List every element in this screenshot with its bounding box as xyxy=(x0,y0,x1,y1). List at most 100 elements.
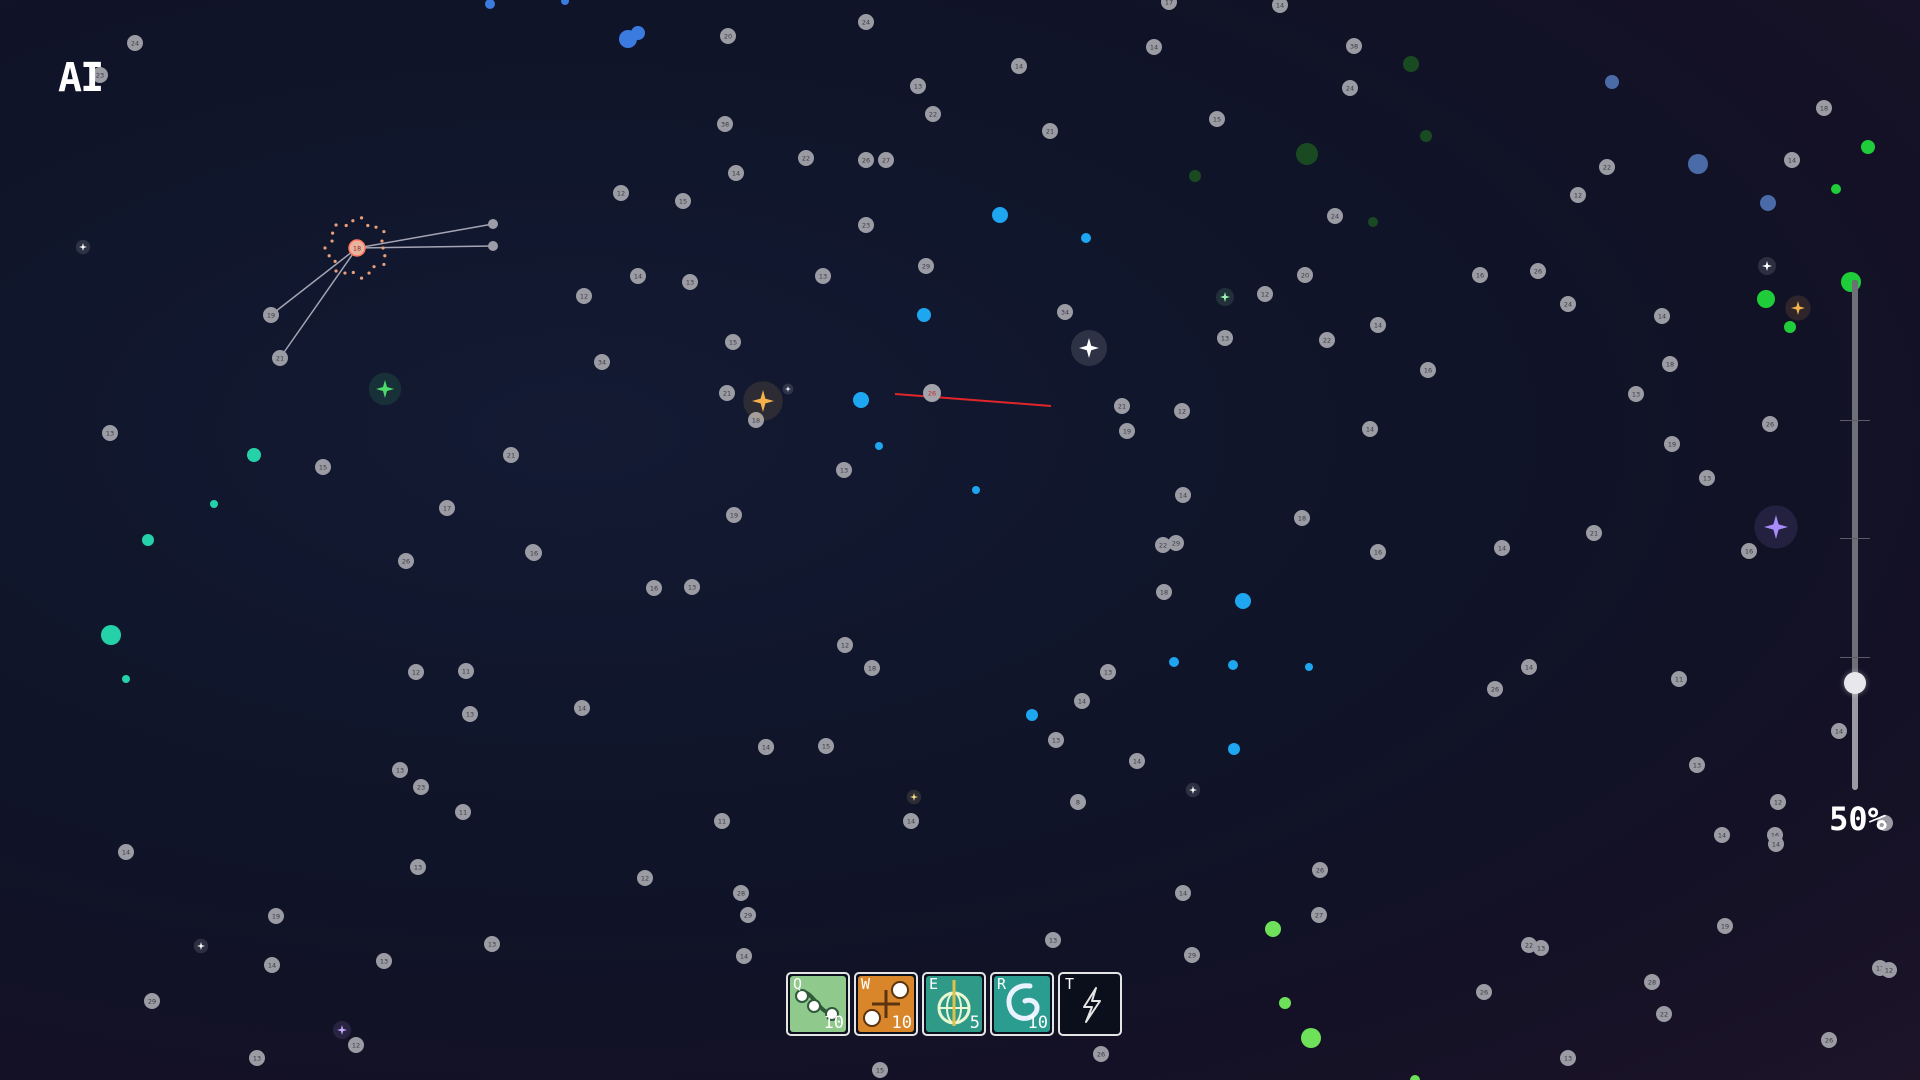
linked-node[interactable] xyxy=(488,241,498,251)
colony-dot[interactable] xyxy=(1368,217,1378,227)
neutral-planet[interactable]: 14 xyxy=(736,948,752,964)
neutral-planet[interactable]: 21 xyxy=(1042,123,1058,139)
colony-dot[interactable] xyxy=(875,442,883,450)
neutral-planet[interactable]: 14 xyxy=(264,957,280,973)
colony-dot[interactable] xyxy=(1420,130,1432,142)
neutral-planet[interactable]: 12 xyxy=(1257,286,1273,302)
neutral-planet[interactable]: 20 xyxy=(1297,267,1313,283)
star[interactable] xyxy=(1785,295,1811,321)
star[interactable] xyxy=(1216,288,1234,306)
neutral-planet[interactable]: 14 xyxy=(903,813,919,829)
neutral-planet[interactable]: 8 xyxy=(1070,794,1086,810)
neutral-planet[interactable]: 24 xyxy=(1327,208,1343,224)
neutral-planet[interactable]: 11 xyxy=(1671,671,1687,687)
neutral-planet[interactable]: 24 xyxy=(1342,80,1358,96)
neutral-planet[interactable]: 12 xyxy=(837,637,853,653)
neutral-planet[interactable]: 18 xyxy=(1816,100,1832,116)
neutral-planet[interactable]: 11 xyxy=(458,663,474,679)
neutral-planet[interactable]: 13 xyxy=(1217,330,1233,346)
neutral-planet[interactable]: 12 xyxy=(408,664,424,680)
colony-dot[interactable] xyxy=(1228,743,1240,755)
neutral-planet[interactable]: 21 xyxy=(503,447,519,463)
colony-dot[interactable] xyxy=(1760,195,1776,211)
neutral-planet[interactable]: 13 xyxy=(684,579,700,595)
neutral-planet[interactable]: 14 xyxy=(1175,487,1191,503)
colony-dot[interactable] xyxy=(122,675,130,683)
colony-dot[interactable] xyxy=(101,625,121,645)
neutral-planet[interactable]: 13 xyxy=(484,936,500,952)
neutral-planet[interactable]: 16 xyxy=(1472,267,1488,283)
neutral-planet[interactable]: 18 xyxy=(864,660,880,676)
neutral-planet[interactable]: 13 xyxy=(376,953,392,969)
neutral-planet[interactable]: 14 xyxy=(758,739,774,755)
colony-dot[interactable] xyxy=(1831,184,1841,194)
neutral-planet[interactable]: 22 xyxy=(1599,159,1615,175)
neutral-planet[interactable]: 13 xyxy=(462,706,478,722)
neutral-planet[interactable]: 22 xyxy=(1656,1006,1672,1022)
neutral-planet[interactable]: 26 xyxy=(398,553,414,569)
star[interactable] xyxy=(333,1021,351,1039)
colony-dot[interactable] xyxy=(561,0,569,5)
neutral-planet[interactable]: 19 xyxy=(268,908,284,924)
neutral-planet[interactable]: 14 xyxy=(1362,421,1378,437)
colony-dot[interactable] xyxy=(631,26,645,40)
neutral-planet[interactable]: 29 xyxy=(1168,535,1184,551)
neutral-planet[interactable]: 12 xyxy=(1881,962,1897,978)
neutral-planet[interactable]: 14 xyxy=(630,268,646,284)
neutral-planet[interactable]: 16 xyxy=(1741,543,1757,559)
neutral-planet[interactable]: 23 xyxy=(413,779,429,795)
neutral-planet[interactable]: 19 xyxy=(1119,423,1135,439)
neutral-planet[interactable]: 11 xyxy=(455,804,471,820)
neutral-planet[interactable]: 34 xyxy=(594,354,610,370)
neutral-planet[interactable]: 24 xyxy=(1560,296,1576,312)
linked-node[interactable] xyxy=(488,219,498,229)
neutral-planet[interactable]: 22 xyxy=(925,106,941,122)
neutral-planet[interactable]: 29 xyxy=(740,907,756,923)
neutral-planet[interactable]: 22 xyxy=(798,150,814,166)
neutral-planet[interactable]: 16 xyxy=(646,580,662,596)
neutral-planet[interactable]: 12 xyxy=(613,185,629,201)
neutral-planet[interactable]: 16 xyxy=(1370,544,1386,560)
neutral-planet[interactable]: 14 xyxy=(1370,317,1386,333)
star[interactable] xyxy=(1754,505,1798,549)
neutral-planet[interactable]: 14 xyxy=(1494,540,1510,556)
neutral-planet[interactable]: 14 xyxy=(574,700,590,716)
neutral-planet[interactable]: 14 xyxy=(1521,659,1537,675)
colony-dot[interactable] xyxy=(853,392,869,408)
neutral-planet[interactable]: 13 xyxy=(1689,757,1705,773)
neutral-planet[interactable]: 21 xyxy=(1586,525,1602,541)
neutral-planet[interactable]: 13 xyxy=(1560,1050,1576,1066)
star-map[interactable]: 24 23 20 24 17 14 38 18 14 13 22 38 22 26 27 21 14 15 24 12… xyxy=(0,0,1920,1080)
colony-dot[interactable] xyxy=(1189,170,1201,182)
neutral-planet[interactable]: 21 xyxy=(1114,398,1130,414)
colony-dot[interactable] xyxy=(1026,709,1038,721)
star[interactable] xyxy=(743,381,783,421)
star[interactable] xyxy=(1185,782,1201,798)
star[interactable] xyxy=(782,383,794,395)
colony-dot[interactable] xyxy=(1305,663,1313,671)
neutral-planet[interactable]: 14 xyxy=(1146,39,1162,55)
neutral-planet[interactable]: 15 xyxy=(675,193,691,209)
colony-dot[interactable] xyxy=(1169,657,1179,667)
neutral-planet[interactable]: 13 xyxy=(910,78,926,94)
neutral-planet[interactable]: 19 xyxy=(1717,918,1733,934)
neutral-planet[interactable]: 11 xyxy=(714,813,730,829)
colony-dot[interactable] xyxy=(1688,154,1708,174)
neutral-planet[interactable]: 14 xyxy=(1784,152,1800,168)
colony-dot[interactable] xyxy=(142,534,154,546)
neutral-planet[interactable]: 13 xyxy=(1699,470,1715,486)
neutral-planet[interactable]: 13 xyxy=(815,268,831,284)
neutral-planet[interactable]: 12 xyxy=(576,288,592,304)
neutral-planet[interactable]: 17 xyxy=(1161,0,1177,10)
neutral-planet[interactable]: 27 xyxy=(878,152,894,168)
colony-dot[interactable] xyxy=(1605,75,1619,89)
ability-slot-lightning[interactable]: T xyxy=(1058,972,1122,1036)
neutral-planet[interactable]: 23 xyxy=(858,217,874,233)
colony-dot[interactable] xyxy=(1784,321,1796,333)
neutral-planet[interactable]: 26 xyxy=(1530,263,1546,279)
star[interactable] xyxy=(75,239,91,255)
neutral-planet[interactable]: 13 xyxy=(1100,664,1116,680)
neutral-planet[interactable]: 13 xyxy=(836,462,852,478)
star[interactable] xyxy=(906,789,922,805)
neutral-planet[interactable]: 14 xyxy=(1175,885,1191,901)
